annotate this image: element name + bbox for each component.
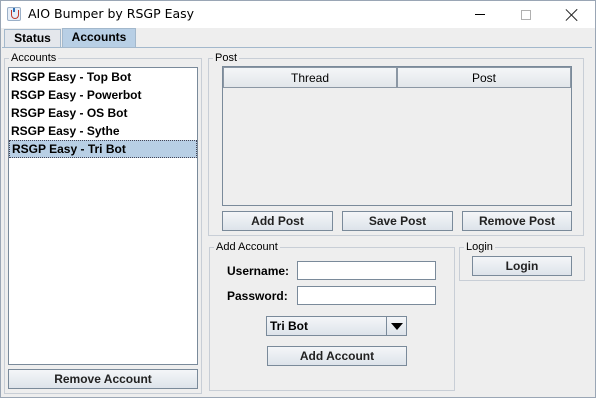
window-title: AIO Bumper by RSGP Easy <box>28 6 195 21</box>
tab-status[interactable]: Status <box>4 29 61 48</box>
tab-accounts[interactable]: Accounts <box>62 28 136 48</box>
username-label: Username: <box>227 264 290 278</box>
dropdown-arrow[interactable] <box>386 317 406 335</box>
list-item[interactable]: RSGP Easy - Powerbot <box>9 86 197 104</box>
maximize-icon <box>521 9 531 20</box>
password-label: Password: <box>227 289 288 303</box>
password-field[interactable] <box>297 286 436 305</box>
login-button[interactable]: Login <box>472 256 572 276</box>
title-bar: AIO Bumper by RSGP Easy <box>1 1 595 28</box>
add-post-button[interactable]: Add Post <box>222 211 333 231</box>
remove-post-button[interactable]: Remove Post <box>462 211 572 231</box>
login-group-title: Login <box>464 240 495 254</box>
add-account-button[interactable]: Add Account <box>267 346 407 366</box>
username-field[interactable] <box>297 261 436 280</box>
list-item[interactable]: RSGP Easy - Top Bot <box>9 68 197 86</box>
add-account-group-title: Add Account <box>214 240 280 254</box>
java-app-icon <box>7 7 21 21</box>
close-button[interactable] <box>549 1 595 28</box>
list-item-selected[interactable]: RSGP Easy - Tri Bot <box>9 140 197 158</box>
maximize-button[interactable] <box>503 1 549 28</box>
close-icon <box>566 9 578 21</box>
chevron-down-icon <box>390 322 403 330</box>
post-group-title: Post <box>213 51 240 65</box>
post-table[interactable]: Thread Post <box>222 66 572 206</box>
column-header-post[interactable]: Post <box>397 67 571 88</box>
accounts-list[interactable]: RSGP Easy - Top Bot RSGP Easy - Powerbot… <box>8 67 198 365</box>
accounts-group-title: Accounts <box>9 51 59 65</box>
bot-select-value: Tri Bot <box>270 319 308 333</box>
list-item[interactable]: RSGP Easy - Sythe <box>9 122 197 140</box>
minimize-icon <box>475 14 485 15</box>
list-item[interactable]: RSGP Easy - OS Bot <box>9 104 197 122</box>
minimize-button[interactable] <box>457 1 503 28</box>
save-post-button[interactable]: Save Post <box>342 211 453 231</box>
bot-select[interactable]: Tri Bot <box>266 316 407 336</box>
column-header-thread[interactable]: Thread <box>223 67 397 88</box>
remove-account-button[interactable]: Remove Account <box>8 369 198 389</box>
